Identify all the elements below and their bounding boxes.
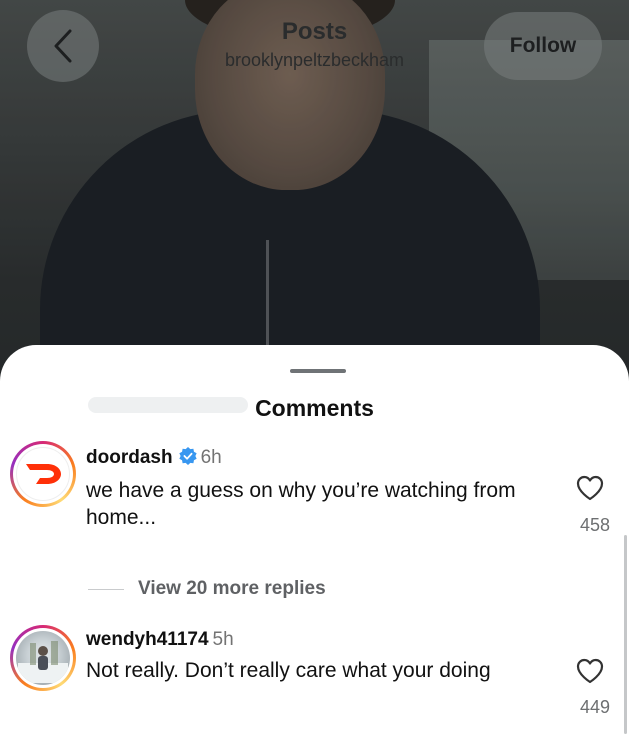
comment-text: we have a guess on why you’re watching f… xyxy=(86,479,516,529)
follow-button[interactable]: Follow xyxy=(484,12,602,80)
view-replies-label: View 20 more replies xyxy=(138,578,326,599)
user-photo-icon xyxy=(18,641,68,683)
comments-sheet: Comments doordash 6h we have a guess on … xyxy=(0,345,629,734)
like-count: 458 xyxy=(579,515,610,535)
comment-timestamp: 5h xyxy=(212,629,234,650)
sheet-grabber[interactable] xyxy=(290,369,346,373)
comment-text: Not really. Don’t really care what your … xyxy=(86,659,491,682)
heart-icon[interactable] xyxy=(576,658,604,684)
avatar[interactable] xyxy=(10,441,76,507)
heart-icon[interactable] xyxy=(576,475,604,501)
doordash-logo-icon xyxy=(26,464,61,484)
comments-title: Comments xyxy=(255,395,374,421)
comment-username[interactable]: wendyh41174 5h xyxy=(86,629,234,651)
like-count: 449 xyxy=(579,697,610,717)
comment-timestamp: 6h xyxy=(200,447,222,468)
view-replies-button[interactable]: View 20 more replies xyxy=(88,578,326,600)
scrollbar[interactable] xyxy=(624,535,627,734)
verified-badge-icon xyxy=(178,447,197,465)
replies-divider xyxy=(88,588,124,590)
comment-username[interactable]: doordash 6h xyxy=(86,447,222,469)
avatar[interactable] xyxy=(10,625,76,691)
